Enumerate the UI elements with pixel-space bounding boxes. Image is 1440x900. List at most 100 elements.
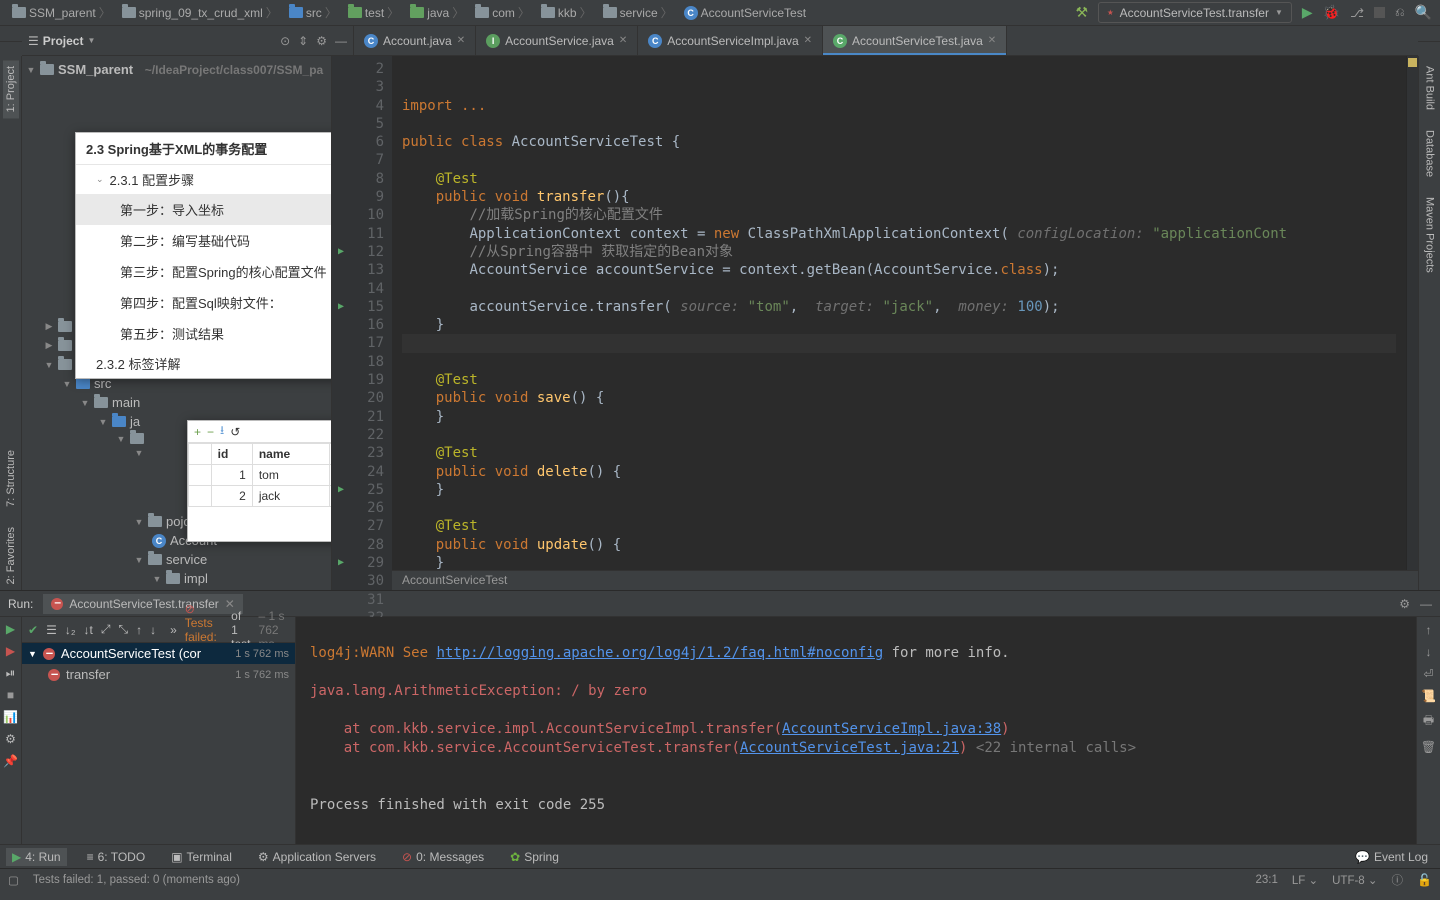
tab-accountservicetest[interactable]: CAccountServiceTest.java✕ <box>823 26 1007 55</box>
crumb-1[interactable]: spring_09_tx_crud_xml〉 <box>118 2 282 23</box>
tab-account[interactable]: CAccount.java✕ <box>354 26 476 55</box>
tab-accountservice[interactable]: IAccountService.java✕ <box>476 26 638 55</box>
tab-run[interactable]: ▶4: Run <box>6 848 67 866</box>
sidetab-ant[interactable]: Ant Build <box>1422 60 1438 116</box>
down-icon[interactable]: ↓ <box>1426 645 1432 659</box>
close-icon[interactable]: ✕ <box>988 35 996 46</box>
close-icon[interactable]: ✕ <box>457 35 465 46</box>
gear-icon[interactable]: ⚙ <box>1399 597 1410 611</box>
pin-icon[interactable]: 📌 <box>3 753 19 769</box>
sidetab-favorites[interactable]: 2: Favorites <box>3 521 19 590</box>
prev-icon[interactable]: ↑ <box>136 623 142 637</box>
caret-position[interactable]: 23:1 <box>1255 874 1277 886</box>
scroll-icon[interactable]: 📜 <box>1421 689 1436 703</box>
search-icon[interactable]: 🔍 <box>1415 4 1432 21</box>
outline-step[interactable]: 第五步：测试结果 <box>76 318 332 349</box>
more-icon[interactable]: » <box>170 623 177 637</box>
sidetab-structure[interactable]: 7: Structure <box>3 444 19 513</box>
up-icon[interactable]: ↑ <box>1426 623 1432 637</box>
clear-icon[interactable]: 🗑 <box>1421 740 1436 754</box>
outline-step[interactable]: 第三步：配置Spring的核心配置文件 <box>76 256 332 287</box>
toggle-icon[interactable]: ⏯ <box>3 665 19 681</box>
stack-link[interactable]: AccountServiceTest.java:21 <box>740 740 959 756</box>
lock-icon[interactable]: 🔓 <box>1417 873 1432 887</box>
debug-icon[interactable]: 🐞 <box>1323 4 1340 21</box>
chevron-down-icon[interactable]: ▼ <box>87 36 95 45</box>
outline-h1[interactable]: 2.3 Spring基于XML的事务配置 <box>76 133 332 165</box>
tab-accountserviceimpl[interactable]: CAccountServiceImpl.java✕ <box>638 26 823 55</box>
status-toggle-icon[interactable]: ▢ <box>8 873 19 887</box>
crumb-4[interactable]: java〉 <box>406 2 468 23</box>
tree-class[interactable]: CAccountServiceImp <box>26 588 327 590</box>
crumb-2[interactable]: src〉 <box>285 2 341 23</box>
gear-icon[interactable]: ⚙ <box>316 34 327 48</box>
project-icon[interactable]: ☰ <box>28 34 39 48</box>
git-icon[interactable]: ⎌ <box>1395 5 1405 20</box>
build-icon[interactable]: ⚒ <box>1076 4 1089 21</box>
tab-terminal[interactable]: ▣Terminal <box>165 848 238 866</box>
db-result-popup[interactable]: + − ⭳ ↺ ≡ ⤢ idnamemoney 1tom900 2jack110… <box>187 420 332 542</box>
settings-icon[interactable]: ⚙ <box>3 731 19 747</box>
pass-filter-icon[interactable]: ✔ <box>28 623 38 637</box>
rerun-failed-icon[interactable]: ▶ <box>3 643 19 659</box>
crumb-6[interactable]: kkb〉 <box>537 2 596 23</box>
project-tree[interactable]: ▼ SSM_parent ~/IdeaProject/class007/SSM_… <box>22 56 332 590</box>
tree-impl[interactable]: ▼impl <box>26 569 327 588</box>
next-icon[interactable]: ↓ <box>150 623 156 637</box>
outline-h3[interactable]: 2.3.2 标签详解 <box>76 349 332 378</box>
remove-row-icon[interactable]: − <box>207 425 214 439</box>
sidetab-project[interactable]: 1: Project <box>3 60 19 118</box>
outline-h2[interactable]: ⌄2.3.1 配置步骤 <box>76 165 332 194</box>
target-icon[interactable]: ⊙ <box>280 34 290 48</box>
add-row-icon[interactable]: + <box>194 425 201 439</box>
run-config-selector[interactable]: ⭑ AccountServiceTest.transfer ▼ <box>1098 2 1292 23</box>
close-icon[interactable]: ✕ <box>804 35 812 46</box>
softwrap-icon[interactable]: ⏎ <box>1423 667 1433 681</box>
sidetab-maven[interactable]: Maven Projects <box>1422 191 1438 279</box>
run-icon[interactable]: ▶ <box>1302 4 1313 21</box>
editor-marks[interactable] <box>1406 56 1418 590</box>
expand-icon[interactable]: ⤢ <box>101 622 111 637</box>
stop-icon[interactable]: ■ <box>3 687 19 703</box>
tree-root[interactable]: ▼ SSM_parent ~/IdeaProject/class007/SSM_… <box>26 60 327 79</box>
collapse-all-icon[interactable]: ⤡ <box>118 622 128 637</box>
table-row[interactable]: 2jack1100 <box>189 486 333 507</box>
crumb-8[interactable]: CAccountServiceTest <box>680 4 810 22</box>
sort-time-icon[interactable]: ↓t <box>84 623 93 637</box>
editor-breadcrumb[interactable]: AccountServiceTest <box>392 570 1418 590</box>
revert-icon[interactable]: ↺ <box>230 425 240 439</box>
code-area[interactable]: import ... public class AccountServiceTe… <box>392 56 1406 590</box>
outline-step[interactable]: 第二步：编写基础代码 <box>76 225 332 256</box>
hide-icon[interactable]: — <box>1420 597 1432 611</box>
crumb-5[interactable]: com〉 <box>471 2 534 23</box>
tab-messages[interactable]: ⊘0: Messages <box>396 848 490 866</box>
file-encoding[interactable]: UTF-8 ⌄ <box>1332 873 1377 887</box>
line-separator[interactable]: LF ⌄ <box>1292 873 1318 887</box>
crumb-3[interactable]: test〉 <box>344 2 403 23</box>
coverage-icon[interactable]: ⎇ <box>1350 6 1364 20</box>
hide-icon[interactable]: — <box>335 34 347 48</box>
crumb-0[interactable]: SSM_parent〉 <box>8 2 115 23</box>
gutter[interactable]: 234567891011▶121314▶15161718192021222324… <box>332 56 392 590</box>
sidetab-database[interactable]: Database <box>1422 124 1438 183</box>
rerun-icon[interactable]: ▶ <box>3 621 19 637</box>
tab-eventlog[interactable]: 💬Event Log <box>1349 848 1434 866</box>
tab-appservers[interactable]: ⚙Application Servers <box>252 848 382 866</box>
close-icon[interactable]: ✕ <box>619 35 627 46</box>
outline-popup[interactable]: 2.3 Spring基于XML的事务配置 ⌄2.3.1 配置步骤 第一步：导入坐… <box>75 132 332 379</box>
crumb-7[interactable]: service〉 <box>599 2 677 23</box>
tree-service[interactable]: ▼service <box>26 550 327 569</box>
test-item[interactable]: transfer 1 s 762 ms <box>22 664 295 685</box>
code-editor[interactable]: 234567891011▶121314▶15161718192021222324… <box>332 56 1418 590</box>
sort-alpha-icon[interactable]: ↓₂ <box>65 623 76 637</box>
test-root[interactable]: ▼ AccountServiceTest (cor 1 s 762 ms <box>22 643 295 664</box>
stop-icon[interactable] <box>1374 7 1385 18</box>
print-icon[interactable]: 🖶 <box>1423 711 1434 732</box>
tab-spring[interactable]: ✿Spring <box>504 848 565 866</box>
outline-step[interactable]: 第四步：配置Sql映射文件： <box>76 287 332 318</box>
table-row[interactable]: 1tom900 <box>189 465 333 486</box>
tree-main[interactable]: ▼main <box>26 393 327 412</box>
collapse-icon[interactable]: ⇕ <box>298 34 308 48</box>
commit-icon[interactable]: ⭳ <box>220 421 224 442</box>
console-output[interactable]: log4j:WARN See http://logging.apache.org… <box>296 617 1416 844</box>
